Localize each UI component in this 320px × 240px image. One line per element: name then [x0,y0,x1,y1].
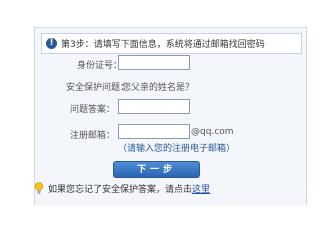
security-question-label: 安全保护问题： [66,83,130,93]
id-number-input[interactable] [118,55,190,70]
page: ! 第3步： 请填写下面信息，系统将通过邮箱找回密码 身份证号： 安全保护问题：… [0,0,319,205]
security-question-value: 您父亲的姓名是？ [122,83,195,93]
email-label: 注册邮箱： [70,131,116,141]
email-hint: （请输入您的注册电子邮箱） [118,144,236,154]
info-icon: ! [46,38,57,49]
step-instruction: 请填写下面信息，系统将通过邮箱找回密码 [93,40,265,50]
footer-text: 如果您忘记了安全保护答案，请点击 [48,184,193,195]
step-number: 第3步： [61,40,94,50]
reset-answer-link[interactable]: 这里 [192,182,210,195]
lightbulb-icon [34,182,44,194]
email-input[interactable] [118,124,190,139]
step-header: ! 第3步： 请填写下面信息，系统将通过邮箱找回密码 [41,33,302,54]
id-number-label: 身份证号： [77,61,123,71]
footer-note: 如果您忘记了安全保护答案，请点击 这里 [34,181,210,195]
email-domain-suffix: @qq.com [191,127,234,137]
next-step-button[interactable]: 下一步 [113,161,200,178]
answer-input[interactable] [118,99,190,114]
answer-label: 问题答案： [70,105,116,115]
